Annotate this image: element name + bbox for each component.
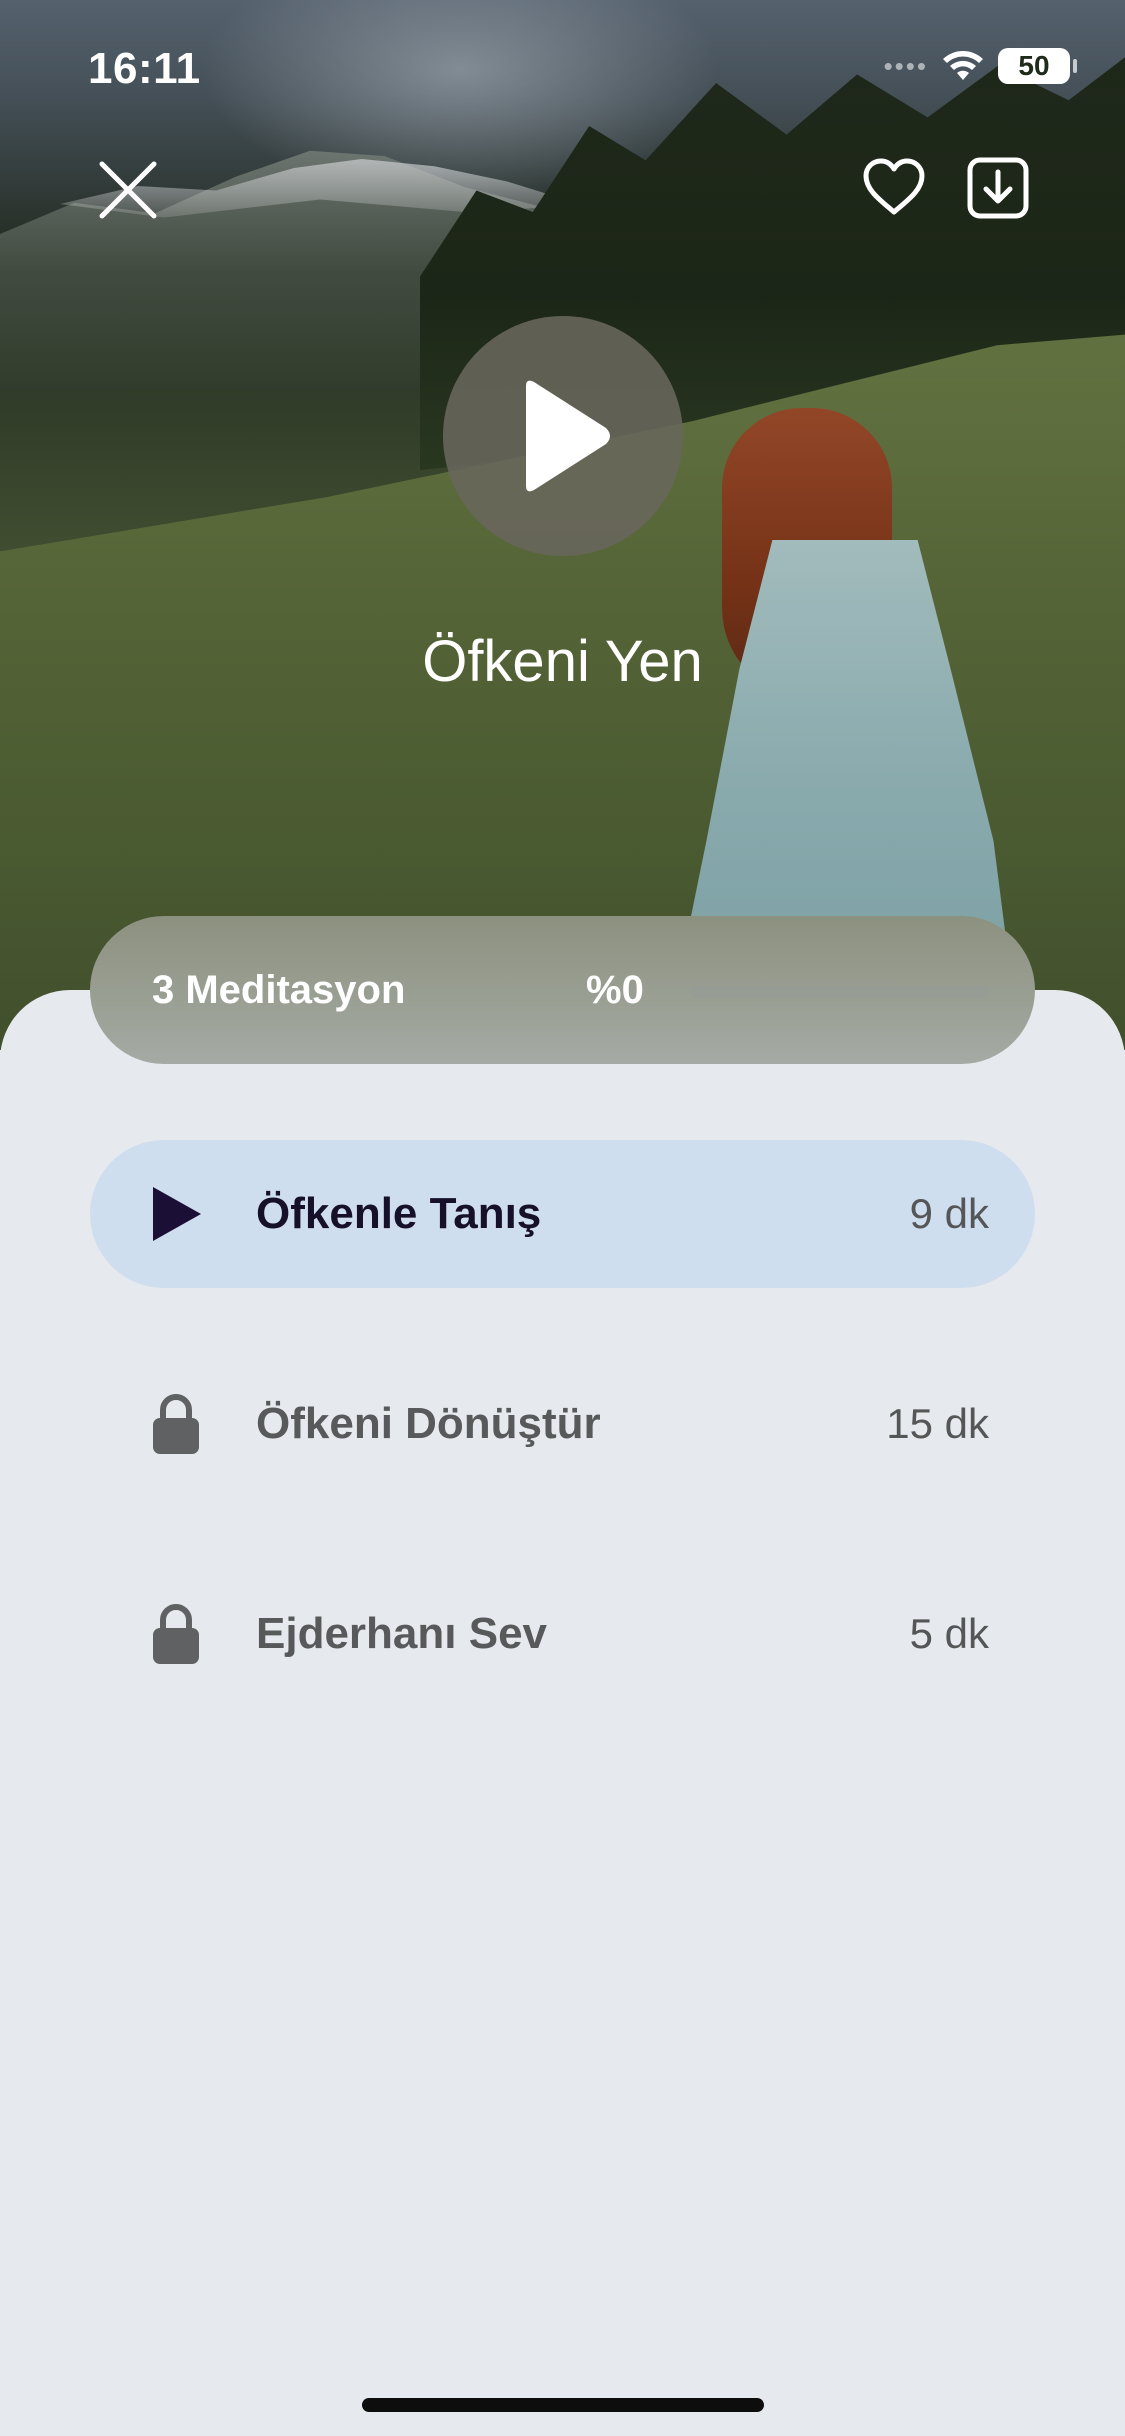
program-title: Öfkeni Yen (422, 629, 703, 694)
cellular-signal-icon: •••• (883, 50, 928, 81)
lock-icon (146, 1389, 206, 1459)
download-icon[interactable] (964, 154, 1032, 222)
meditation-title: Öfkeni Dönüştür (256, 1399, 601, 1448)
progress-bar (690, 986, 990, 998)
progress-percent: %0 (586, 967, 644, 1012)
meditation-title: Öfkenle Tanış (256, 1189, 542, 1238)
status-time: 16:11 (88, 44, 201, 93)
meditation-row-2[interactable]: Öfkeni Dönüştür 15 dk (90, 1350, 1035, 1498)
close-icon[interactable] (96, 158, 160, 222)
battery-tip (1073, 59, 1077, 73)
progress-summary: 3 Meditasyon %0 (90, 916, 1035, 1064)
meditation-list: Öfkenle Tanış 9 dk Öfkeni Dönüştür 15 dk… (90, 1140, 1035, 1770)
battery-level: 50 (998, 48, 1070, 84)
meditation-duration: 15 dk (886, 1400, 989, 1447)
meditation-count: 3 Meditasyon (152, 967, 406, 1012)
battery-icon: 50 (998, 48, 1077, 84)
play-icon (526, 380, 610, 492)
lock-icon (146, 1599, 206, 1669)
heart-icon[interactable] (860, 154, 928, 222)
meditation-row-3[interactable]: Ejderhanı Sev 5 dk (90, 1560, 1035, 1708)
meditation-title: Ejderhanı Sev (256, 1609, 548, 1658)
meditation-duration: 5 dk (909, 1610, 989, 1657)
home-indicator[interactable] (362, 2398, 764, 2412)
meditation-row-1[interactable]: Öfkenle Tanış 9 dk (90, 1140, 1035, 1288)
meditation-duration: 9 dk (909, 1190, 989, 1237)
wifi-icon (943, 51, 983, 80)
play-button[interactable] (443, 316, 683, 556)
play-icon (146, 1179, 206, 1249)
status-indicators: •••• 50 (884, 48, 1077, 84)
